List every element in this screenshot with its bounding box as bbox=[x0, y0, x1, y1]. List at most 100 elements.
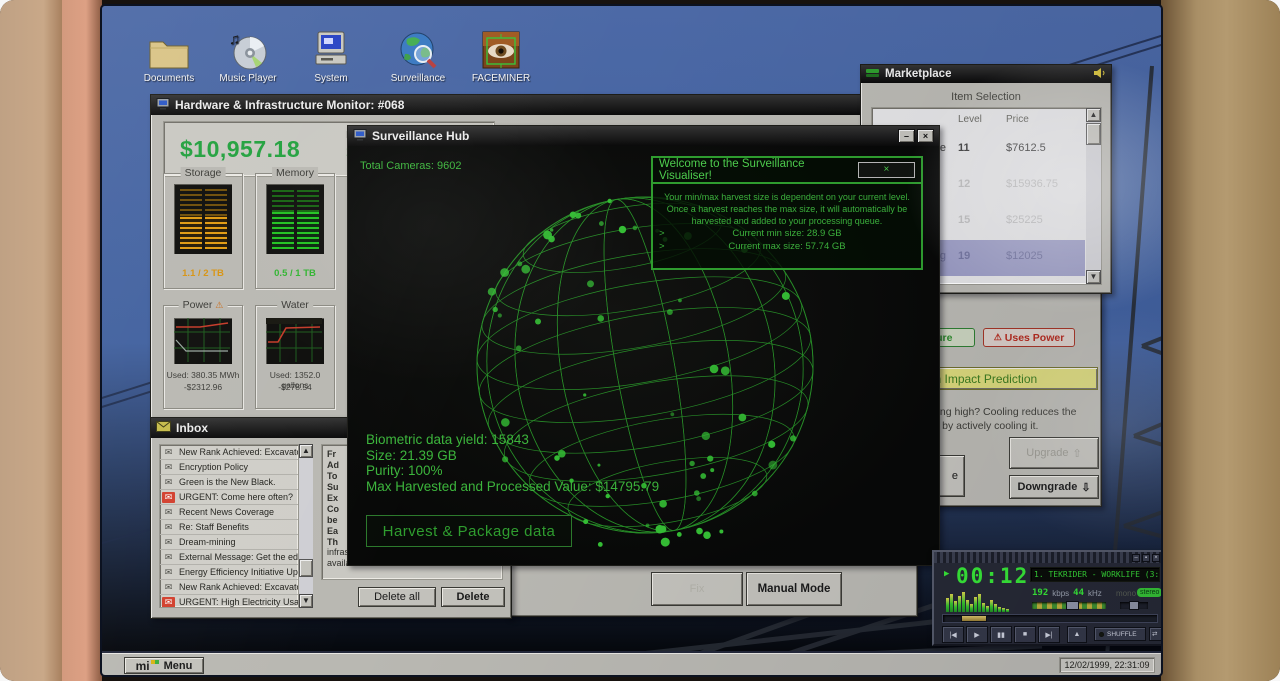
os-logo: mi bbox=[136, 660, 159, 672]
taskbar-clock: 12/02/1999, 22:31:09 bbox=[1059, 657, 1155, 673]
envelope-icon: ✉ bbox=[162, 537, 175, 548]
welcome-body-text: Your min/max harvest size is dependent o… bbox=[653, 184, 921, 227]
transport-button[interactable]: ▶ bbox=[966, 626, 988, 643]
spectrum-analyzer bbox=[946, 590, 1024, 612]
power-cost: -$2312.96 bbox=[164, 382, 242, 392]
inbox-item-subject: Re: Staff Benefits bbox=[179, 522, 249, 532]
shuffle-indicator-light bbox=[1099, 632, 1104, 637]
fix-button[interactable]: Fix bbox=[651, 572, 743, 606]
inbox-list-item[interactable]: ✉ Encryption Policy bbox=[160, 460, 298, 475]
inbox-item-subject: URGENT: High Electricity Usage bbox=[179, 597, 298, 607]
inbox-list-item[interactable]: ✉ External Message: Get the edge... bbox=[160, 550, 298, 565]
scroll-down-button[interactable]: ▼ bbox=[299, 594, 313, 608]
desktop-icon-system[interactable]: System bbox=[292, 28, 370, 84]
window-title: Hardware & Infrastructure Monitor: #068 bbox=[175, 98, 404, 112]
balance-slider[interactable] bbox=[1120, 602, 1148, 609]
harvest-package-button[interactable]: Harvest & Package data bbox=[366, 515, 572, 547]
transport-button[interactable]: |◀ bbox=[942, 626, 964, 643]
player-close-button[interactable]: × bbox=[1152, 554, 1160, 562]
volume-slider-thumb[interactable] bbox=[1066, 601, 1079, 610]
welcome-close-button[interactable]: × bbox=[858, 162, 915, 178]
inbox-list-item[interactable]: ✉ Re: Staff Benefits bbox=[160, 520, 298, 535]
seek-bar[interactable] bbox=[942, 614, 1158, 623]
play-status-icon: ▶ bbox=[944, 569, 949, 579]
inbox-list-item[interactable]: ✉ Recent News Coverage bbox=[160, 505, 298, 520]
min-size-value: Current min size: 28.9 GB bbox=[679, 227, 921, 240]
item-level: 12 bbox=[958, 178, 970, 190]
minimize-button[interactable]: – bbox=[898, 129, 915, 143]
manual-mode-button[interactable]: Manual Mode bbox=[746, 572, 842, 606]
faceminer-icon bbox=[462, 28, 540, 70]
item-price: $15936.75 bbox=[1006, 178, 1058, 190]
inbox-list-item[interactable]: ✉ New Rank Achieved: Excavato... bbox=[160, 580, 298, 595]
desktop-icon-surveillance[interactable]: Surveillance bbox=[379, 28, 457, 84]
harvest-stats: Biometric data yield: 15843 Size: 21.39 … bbox=[366, 432, 659, 494]
delete-all-button[interactable]: Delete all bbox=[358, 587, 436, 607]
inbox-message-list[interactable]: ✉ New Rank Achieved: Excavato... ✉ Encry… bbox=[159, 444, 299, 608]
downgrade-button[interactable]: Downgrade⇩ bbox=[1009, 475, 1099, 499]
desktop-icon-faceminer[interactable]: FACEMINER bbox=[462, 28, 540, 84]
scroll-up-button[interactable]: ▲ bbox=[299, 444, 313, 458]
welcome-body-line: Your min/max harvest size is dependent o… bbox=[661, 191, 913, 203]
memory-gauge: 0.5 / 1 TB bbox=[266, 184, 324, 254]
water-cost: -$278.54 bbox=[256, 382, 334, 392]
transport-button[interactable]: ▮▮ bbox=[990, 626, 1012, 643]
inbox-list-item[interactable]: ✉ Green is the New Black. bbox=[160, 475, 298, 490]
envelope-icon: ✉ bbox=[162, 462, 175, 473]
scroll-thumb[interactable] bbox=[1086, 123, 1101, 145]
envelope-icon: ✉ bbox=[162, 582, 175, 593]
inbox-icon bbox=[156, 421, 171, 435]
inbox-list-item[interactable]: ✉ Dream-mining bbox=[160, 535, 298, 550]
surveillance-titlebar[interactable]: Surveillance Hub – × bbox=[348, 126, 939, 146]
memory-value: 0.5 / 1 TB bbox=[266, 268, 324, 279]
repeat-toggle[interactable]: ⇄ bbox=[1149, 627, 1163, 641]
balance-amount: $10,957.18 bbox=[180, 136, 300, 163]
harvest-stat-line: Size: 21.39 GB bbox=[366, 448, 659, 464]
marketplace-scrollbar[interactable]: ▲ ▼ bbox=[1086, 108, 1101, 284]
power-label: Power bbox=[183, 299, 213, 311]
column-header-level: Level bbox=[958, 114, 982, 125]
close-button[interactable]: × bbox=[917, 129, 934, 143]
envelope-icon: ✉ bbox=[162, 477, 175, 488]
desktop-icon-music-player[interactable]: ♫ Music Player bbox=[209, 28, 287, 84]
inbox-scrollbar[interactable]: ▲ ▼ bbox=[299, 444, 313, 608]
surveillance-hub-window: Surveillance Hub – × Total Cameras: 9602… bbox=[347, 125, 940, 566]
scroll-thumb[interactable] bbox=[299, 559, 313, 577]
envelope-icon: ✉ bbox=[162, 522, 175, 533]
menu-button[interactable]: mi Menu bbox=[124, 657, 204, 674]
shuffle-toggle[interactable]: SHUFFLE bbox=[1094, 627, 1146, 641]
player-titlebar[interactable]: – ▪ × bbox=[934, 552, 1163, 563]
scroll-down-button[interactable]: ▼ bbox=[1086, 270, 1101, 284]
upgrade-button[interactable]: Upgrade⇧ bbox=[1009, 437, 1099, 469]
desktop-icon-documents[interactable]: Documents bbox=[130, 28, 208, 84]
control-strip-panel: Fix Manual Mode bbox=[507, 562, 918, 617]
scroll-up-button[interactable]: ▲ bbox=[1086, 108, 1101, 122]
inbox-list-item[interactable]: ✉ URGENT: Come here often? bbox=[160, 490, 298, 505]
inbox-list-item[interactable]: ✉ URGENT: High Electricity Usage bbox=[160, 595, 298, 608]
player-shade-button[interactable]: ▪ bbox=[1142, 554, 1150, 562]
item-price: $25225 bbox=[1006, 214, 1043, 226]
computer-icon bbox=[156, 98, 170, 113]
inbox-list-item[interactable]: ✉ New Rank Achieved: Excavato... bbox=[160, 445, 298, 460]
inbox-item-subject: New Rank Achieved: Excavato... bbox=[179, 447, 298, 457]
track-title-display[interactable]: 1. TEKRIDER - WORKLIFE (3:46) bbox=[1030, 567, 1160, 582]
inbox-item-subject: Recent News Coverage bbox=[179, 507, 274, 517]
balance-slider-thumb[interactable] bbox=[1129, 601, 1139, 610]
marketplace-titlebar[interactable]: Marketplace bbox=[861, 65, 1111, 83]
inbox-item-subject: Dream-mining bbox=[179, 537, 236, 547]
eject-button[interactable]: ▲ bbox=[1067, 626, 1087, 643]
upgrade-icon: ⇧ bbox=[1072, 447, 1081, 460]
seek-thumb[interactable] bbox=[961, 615, 987, 622]
storage-value: 1.1 / 2 TB bbox=[174, 268, 232, 279]
inbox-list-item[interactable]: ✉ Energy Efficiency Initiative Upd... bbox=[160, 565, 298, 580]
memory-group: Memory 0.5 / 1 TB bbox=[255, 173, 335, 289]
speaker-icon[interactable] bbox=[1093, 67, 1106, 82]
player-minimize-button[interactable]: – bbox=[1132, 554, 1140, 562]
item-selection-label: Item Selection bbox=[861, 91, 1111, 103]
delete-button[interactable]: Delete bbox=[441, 587, 505, 607]
volume-slider[interactable] bbox=[1032, 602, 1106, 609]
surveillance-icon bbox=[379, 28, 457, 70]
item-level: 19 bbox=[958, 250, 970, 262]
transport-button[interactable]: ■ bbox=[1014, 626, 1036, 643]
transport-button[interactable]: ▶| bbox=[1038, 626, 1060, 643]
